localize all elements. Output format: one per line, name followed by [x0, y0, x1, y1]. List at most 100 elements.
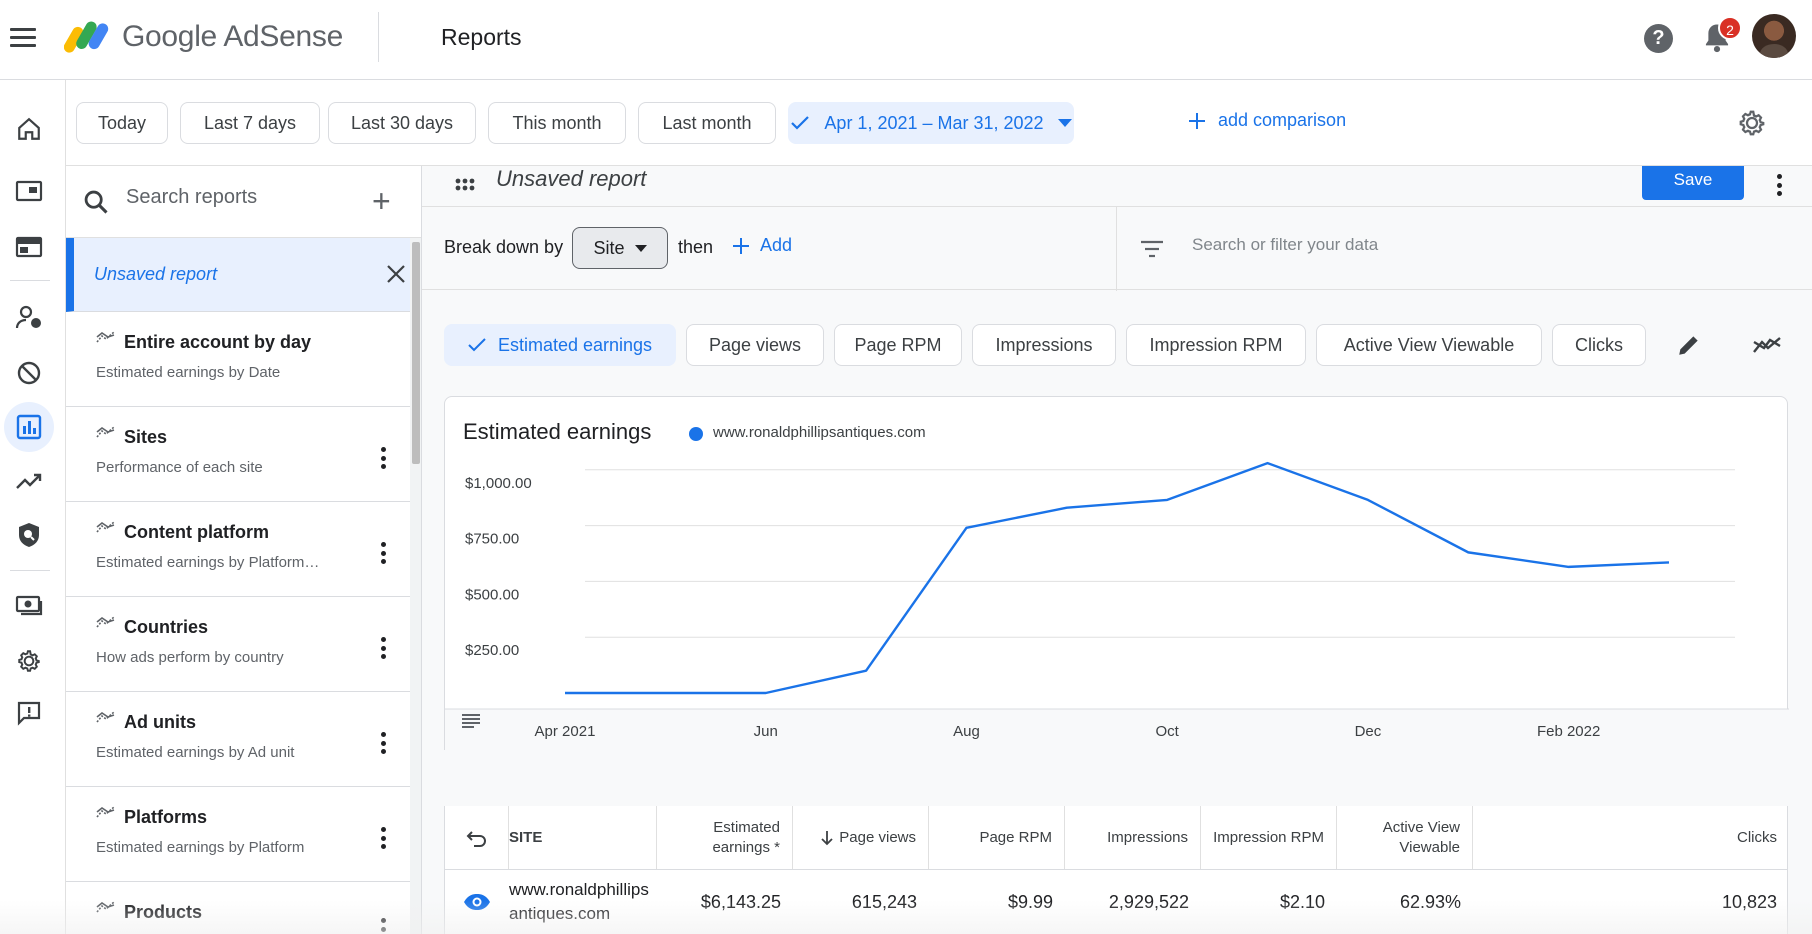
- report-item-title: Entire account by day: [124, 332, 312, 352]
- report-item-unsaved[interactable]: Unsaved report: [66, 238, 410, 312]
- privacy-messaging-icon[interactable]: [4, 292, 54, 342]
- report-settings-gear-icon[interactable]: [1737, 108, 1767, 138]
- gear-icon[interactable]: [4, 636, 54, 686]
- more-vert-icon[interactable]: [380, 542, 386, 564]
- report-item[interactable]: Content platform Estimated earnings by Pl…: [66, 502, 410, 597]
- report-item-subtitle: How ads perform by country: [96, 649, 284, 666]
- more-vert-icon[interactable]: [380, 447, 386, 469]
- check-icon: [791, 116, 810, 130]
- header-estimated-earnings[interactable]: Estimated earnings *: [657, 806, 793, 869]
- optimization-icon[interactable]: [4, 456, 54, 506]
- report-item[interactable]: Entire account by day Estimated earnings …: [66, 312, 410, 407]
- trend-icon[interactable]: [1752, 334, 1782, 356]
- chip-last-30-days[interactable]: Last 30 days: [328, 102, 476, 144]
- header-clicks[interactable]: Clicks: [1473, 806, 1789, 869]
- report-name[interactable]: Unsaved report: [496, 166, 646, 192]
- feedback-icon[interactable]: [4, 688, 54, 738]
- metric-chip[interactable]: Page RPM: [834, 324, 962, 366]
- chip-last-7-days[interactable]: Last 7 days: [180, 102, 320, 144]
- header-impressions[interactable]: Impressions: [1065, 806, 1201, 869]
- report-item-subtitle: Estimated earnings by Platform: [96, 839, 305, 856]
- header-site[interactable]: SITE: [509, 806, 657, 869]
- date-range-selector[interactable]: Apr 1, 2021 – Mar 31, 2022: [788, 102, 1074, 144]
- search-reports-input[interactable]: [126, 186, 346, 209]
- trend-icon: [96, 711, 115, 723]
- undo-icon[interactable]: [445, 806, 509, 869]
- avatar[interactable]: [1752, 14, 1796, 58]
- metric-chip[interactable]: Clicks: [1552, 324, 1646, 366]
- menu-icon[interactable]: [10, 22, 38, 52]
- legend-swatch: [689, 427, 703, 441]
- add-comparison-label: add comparison: [1218, 110, 1347, 130]
- header-page-views[interactable]: Page views: [793, 806, 929, 869]
- brand-safety-icon[interactable]: [4, 510, 54, 560]
- report-item[interactable]: Countries How ads perform by country: [66, 597, 410, 692]
- cell-estimated-earnings: $6,143.25: [700, 891, 781, 912]
- scrollbar-thumb[interactable]: [412, 242, 420, 464]
- more-vert-icon[interactable]: [380, 918, 386, 934]
- more-vert-icon[interactable]: [380, 732, 386, 754]
- then-label: then: [678, 237, 714, 257]
- close-icon[interactable]: [386, 264, 406, 284]
- report-table: SITE Estimated earnings * Page views Pag…: [444, 806, 1788, 934]
- ads-icon[interactable]: [4, 222, 54, 272]
- more-vert-icon[interactable]: [380, 637, 386, 659]
- adsense-logo[interactable]: [64, 16, 110, 56]
- x-tick-label: Jun: [754, 723, 778, 740]
- rail-divider: [10, 280, 50, 281]
- help-icon[interactable]: ?: [1644, 24, 1673, 53]
- chip-last-month[interactable]: Last month: [638, 102, 776, 144]
- header-page-views-label: Page views: [839, 828, 916, 846]
- metric-chip[interactable]: Active View Viewable: [1316, 324, 1542, 366]
- navigation-rail: [0, 80, 66, 934]
- metric-chip[interactable]: Impressions: [972, 324, 1116, 366]
- drag-handle-icon[interactable]: [454, 174, 476, 196]
- x-tick-label: Aug: [953, 723, 980, 740]
- metric-chip[interactable]: Impression RPM: [1126, 324, 1306, 366]
- payments-icon[interactable]: [4, 580, 54, 630]
- header-active-view-line1: Active View: [1382, 818, 1460, 836]
- save-button[interactable]: Save: [1642, 166, 1744, 200]
- metric-chip[interactable]: Estimated earnings: [444, 324, 676, 366]
- chip-this-month[interactable]: This month: [488, 102, 626, 144]
- breakdown-dimension-select[interactable]: Site: [572, 227, 668, 269]
- sites-icon[interactable]: [4, 166, 54, 216]
- pencil-icon[interactable]: [1676, 332, 1702, 358]
- legend-label[interactable]: www.ronaldphillipsantiques.com: [713, 424, 926, 441]
- unsaved-report-label: Unsaved report: [94, 264, 218, 284]
- table-toggle-icon[interactable]: [461, 713, 481, 729]
- series-line[interactable]: [565, 461, 1670, 695]
- add-comparison-button[interactable]: add comparison: [1188, 110, 1346, 131]
- metric-chip-label: Impression RPM: [1149, 334, 1283, 355]
- filter-data-input[interactable]: [1192, 235, 1592, 255]
- add-dimension-label: Add: [760, 235, 793, 255]
- cell-impression-rpm: $2.10: [1279, 891, 1325, 912]
- report-item-title: Sites: [124, 427, 168, 447]
- filter-icon[interactable]: [1140, 239, 1164, 259]
- report-main: Unsaved report Save Break down by Site t…: [422, 166, 1812, 934]
- add-dimension-button[interactable]: Add: [732, 235, 792, 256]
- report-item-title: Ad units: [124, 712, 196, 732]
- report-item[interactable]: Sites Performance of each site: [66, 407, 410, 502]
- chip-today[interactable]: Today: [76, 102, 168, 144]
- home-icon[interactable]: [4, 104, 54, 154]
- header-page-rpm[interactable]: Page RPM: [929, 806, 1065, 869]
- more-vert-icon[interactable]: [1776, 174, 1782, 196]
- header-impression-rpm[interactable]: Impression RPM: [1201, 806, 1337, 869]
- metric-chip-label: Page RPM: [854, 334, 942, 355]
- more-vert-icon[interactable]: [380, 827, 386, 849]
- new-report-button[interactable]: +: [372, 185, 391, 217]
- y-tick-label: $1,000.00: [465, 475, 532, 492]
- blocking-controls-icon[interactable]: [4, 348, 54, 398]
- reports-icon[interactable]: [4, 402, 54, 452]
- cell-site-line2: antiques.com: [509, 904, 611, 923]
- check-icon: [468, 338, 486, 352]
- metric-chip[interactable]: Page views: [686, 324, 824, 366]
- report-item[interactable]: Platforms Estimated earnings by Platform: [66, 787, 410, 882]
- report-item[interactable]: Products: [66, 882, 410, 934]
- trend-icon: [96, 426, 115, 438]
- header-active-view-viewable[interactable]: Active View Viewable: [1337, 806, 1473, 869]
- eye-icon[interactable]: [445, 870, 509, 934]
- cell-site[interactable]: www.ronaldphillips antiques.com: [509, 870, 657, 934]
- report-item[interactable]: Ad units Estimated earnings by Ad unit: [66, 692, 410, 787]
